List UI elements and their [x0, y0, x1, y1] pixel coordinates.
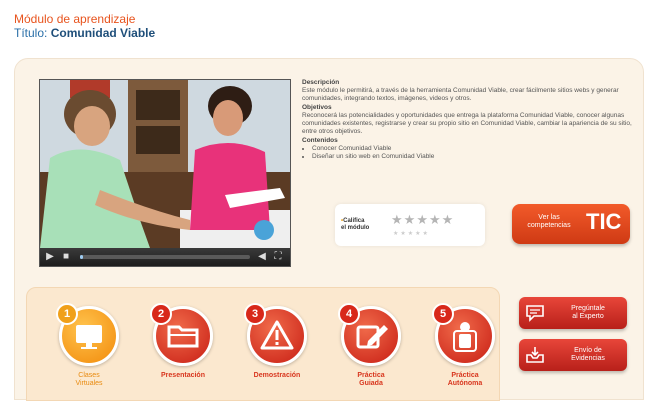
star-icon[interactable]: ★: [429, 212, 442, 227]
step-circle[interactable]: 3: [244, 303, 307, 366]
video-progress-fill: [80, 255, 84, 259]
warning-icon: [260, 320, 294, 350]
step-label-line2: Guiada: [359, 380, 383, 387]
rating-stars-small: ★★★★★: [393, 231, 430, 237]
module-description: Descripción Este módulo le permitirá, a …: [302, 79, 632, 161]
ask-expert-line1: Pregúntale: [571, 305, 605, 312]
step-label: Práctica Autónoma: [425, 372, 505, 388]
chat-icon: [526, 305, 544, 322]
objectives-heading: Objetivos: [302, 104, 332, 111]
stop-icon[interactable]: ■: [60, 251, 72, 263]
video-progress-bar[interactable]: [80, 255, 250, 259]
contents-list: Conocer Comunidad Viable Diseñar un siti…: [302, 145, 632, 161]
step-clases-virtuales[interactable]: 1 Clases Virtuales: [49, 303, 129, 388]
ask-expert-line2: al Experto: [572, 313, 604, 320]
step-circle[interactable]: 2: [150, 303, 213, 366]
fullscreen-icon[interactable]: ⛶: [272, 251, 284, 263]
step-label: Clases Virtuales: [49, 372, 129, 388]
pencil-icon: [356, 325, 388, 349]
tic-competencies-button[interactable]: Ver las competencias TIC: [512, 204, 630, 244]
rating-label-line2: el módulo: [341, 225, 370, 231]
step-presentacion[interactable]: 2 Presentación: [143, 303, 223, 380]
step-practica-guiada[interactable]: 4 Práctica Guiada: [331, 303, 411, 388]
tic-label: TIC: [586, 209, 622, 234]
title-value: Comunidad Viable: [50, 26, 156, 40]
tic-caption-line1: Ver las: [538, 214, 560, 221]
send-evidence-line2: Evidencias: [571, 355, 605, 362]
send-evidence-button[interactable]: Envío de Evidencias: [519, 339, 627, 371]
step-circle[interactable]: 5: [432, 303, 495, 366]
person-icon: [453, 322, 477, 352]
star-icon[interactable]: ★: [391, 212, 404, 227]
folder-icon: [167, 325, 199, 348]
step-demostracion[interactable]: 3 Demostración: [237, 303, 317, 380]
module-panel: ▶ ■ ◀ ⛶ Descripción Este módulo le permi…: [14, 58, 644, 401]
step-label-line2: Virtuales: [75, 380, 103, 387]
step-label: Práctica Guiada: [331, 372, 411, 388]
send-evidence-label: Envío de Evidencias: [553, 347, 623, 363]
monitor-icon: [76, 325, 102, 349]
step-label: Demostración: [237, 372, 317, 380]
contents-item: Conocer Comunidad Viable: [312, 145, 632, 153]
step-label-line1: Demostración: [253, 372, 301, 379]
rating-stars[interactable]: ★★★★★: [391, 212, 454, 228]
tic-caption-line2: competencias: [527, 222, 571, 229]
play-icon[interactable]: ▶: [44, 251, 56, 263]
inbox-icon: [526, 347, 544, 363]
objectives-text: Reconocerá las potencialidades y oportun…: [302, 112, 632, 135]
step-circle[interactable]: 1: [56, 303, 119, 366]
step-label: Presentación: [143, 372, 223, 380]
volume-icon[interactable]: ◀: [256, 251, 268, 263]
video-player[interactable]: ▶ ■ ◀ ⛶: [39, 79, 291, 267]
step-label-line2: Autónoma: [447, 380, 483, 387]
star-icon[interactable]: ★: [416, 212, 429, 227]
star-icon[interactable]: ★: [404, 212, 417, 227]
ask-expert-label: Pregúntale al Experto: [553, 305, 623, 321]
step-label-line1: Práctica: [357, 372, 385, 379]
rating-box: •Califica el módulo ★★★★★ ★★★★★: [335, 204, 485, 246]
description-heading: Descripción: [302, 79, 340, 86]
star-icon[interactable]: ★: [442, 212, 455, 227]
rating-label: •Califica el módulo: [341, 218, 369, 232]
step-label-line1: Presentación: [161, 372, 205, 379]
contents-item: Diseñar un sitio web en Comunidad Viable: [312, 153, 632, 161]
step-circle[interactable]: 4: [338, 303, 401, 366]
title-prefix: Título:: [14, 26, 48, 40]
step-practica-autonoma[interactable]: 5 Práctica Autónoma: [425, 303, 505, 388]
rating-label-line1: Califica: [343, 218, 365, 224]
tic-button-caption: Ver las competencias: [524, 214, 574, 230]
send-evidence-line1: Envío de: [574, 347, 602, 354]
ask-expert-button[interactable]: Pregúntale al Experto: [519, 297, 627, 329]
module-label: Módulo de aprendizaje: [14, 12, 136, 26]
step-label-line1: Práctica: [451, 372, 479, 379]
contents-heading: Contenidos: [302, 137, 338, 144]
video-thumbnail: [40, 80, 290, 248]
learning-steps: 1 Clases Virtuales 2 Presentación 3 Demo…: [26, 287, 500, 401]
step-label-line1: Clases: [78, 372, 100, 379]
video-frame[interactable]: [40, 80, 290, 248]
video-controls: ▶ ■ ◀ ⛶: [40, 248, 290, 266]
description-text: Este módulo le permitirá, a través de la…: [302, 87, 619, 102]
module-header: Módulo de aprendizaje Título: Comunidad …: [14, 12, 155, 40]
module-title: Título: Comunidad Viable: [14, 26, 155, 40]
